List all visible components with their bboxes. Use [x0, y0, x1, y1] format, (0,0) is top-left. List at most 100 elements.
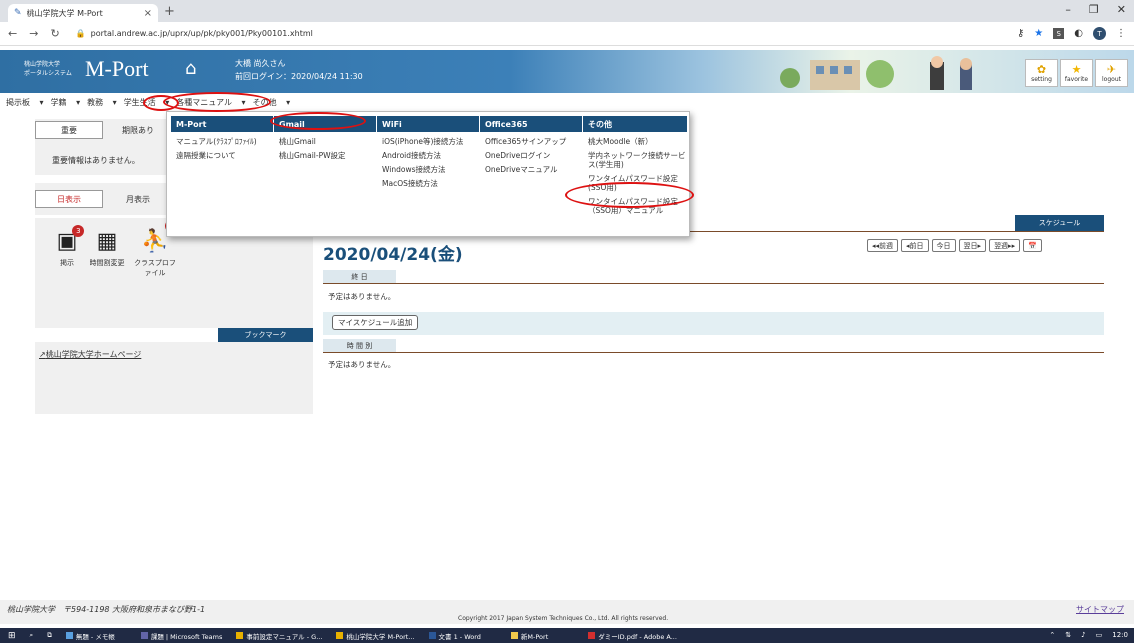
- extension2-icon[interactable]: ◐: [1074, 28, 1083, 39]
- clock-text[interactable]: 12:0: [1112, 631, 1128, 639]
- taskbar-chrome-mport[interactable]: 桃山学院大学 M-Port...: [336, 631, 415, 641]
- menu-item-onedrive-login[interactable]: OneDriveログイン: [480, 146, 582, 160]
- annotation-ring-otp: [565, 182, 694, 208]
- logo-small: 桃山学院大学 ポータルシステム: [24, 61, 72, 77]
- timed-empty-text: 予定はありません。: [328, 360, 396, 369]
- new-tab-button[interactable]: +: [164, 4, 175, 19]
- taskbar-word[interactable]: 文書 1 - Word: [428, 631, 481, 641]
- menu-item-wifi-android[interactable]: Android接続方法: [377, 146, 479, 160]
- external-link-icon: ↗: [39, 350, 46, 359]
- tray-up-icon[interactable]: ⌃: [1049, 631, 1055, 639]
- menu-item-moodle[interactable]: 桃大Moodle（新）: [583, 132, 687, 146]
- calendar-icon[interactable]: 📅: [1023, 239, 1042, 252]
- add-schedule-row: [323, 312, 1104, 335]
- minimize-icon[interactable]: –: [1065, 3, 1071, 16]
- nav-academic[interactable]: 教務 ▾: [87, 97, 117, 108]
- notification-icon[interactable]: ▭: [1096, 631, 1103, 639]
- nav-registry[interactable]: 学籍 ▾: [51, 97, 81, 108]
- no-important-text: 重要情報はありません。: [52, 156, 140, 165]
- menu-item-wifi-windows[interactable]: Windows接続方法: [377, 160, 479, 174]
- bookmark-star-icon[interactable]: ★: [1034, 28, 1043, 39]
- today-button[interactable]: 今日: [931, 239, 956, 252]
- network-icon[interactable]: ⇅: [1065, 631, 1071, 639]
- logout-button[interactable]: ✈ logout: [1095, 59, 1128, 87]
- add-my-schedule-button[interactable]: マイスケジュール追加: [332, 315, 419, 330]
- menu-item-wifi-ios[interactable]: iOS(iPhone等)接続方法: [377, 132, 479, 146]
- reload-icon[interactable]: ↻: [50, 27, 59, 40]
- view-tabs: 日表示 月表示: [35, 190, 173, 208]
- schedule-date: 2020/04/24(金): [323, 245, 463, 265]
- taskbar-teams[interactable]: 課題 | Microsoft Teams: [140, 631, 222, 641]
- close-tab-icon[interactable]: ×: [144, 8, 152, 19]
- folder-icon: [510, 632, 518, 639]
- forward-icon[interactable]: →: [29, 27, 38, 40]
- timed-label: 時 間 別: [323, 339, 396, 352]
- extension-icon[interactable]: S: [1053, 28, 1065, 39]
- taskbar-folder[interactable]: 新M-Port: [510, 631, 548, 641]
- chrome2-icon: [336, 632, 344, 639]
- bookmark-header: ブックマーク: [218, 328, 313, 342]
- dropdown-header-office365: Office365: [480, 116, 582, 132]
- menu-item-remote-class[interactable]: 遠隔授業について: [171, 146, 273, 160]
- profile-avatar[interactable]: T: [1093, 27, 1106, 40]
- nav-bulletin[interactable]: 掲示板 ▾: [6, 97, 44, 108]
- header-illustration: [780, 56, 972, 90]
- menu-item-wifi-macos[interactable]: MacOS接続方法: [377, 174, 479, 188]
- menu-item-onedrive-manual[interactable]: OneDriveマニュアル: [480, 160, 582, 174]
- system-tray: ⌃ ⇅ ♪ ▭ 12:0: [1049, 631, 1128, 639]
- timetable-change-icon: ▦: [96, 229, 118, 254]
- volume-icon[interactable]: ♪: [1081, 631, 1085, 639]
- timed-divider: [323, 352, 1104, 353]
- sitemap-link[interactable]: サイトマップ: [1076, 604, 1124, 615]
- manuals-dropdown: M-Port マニュアル(ｸﾗｽﾌﾟﾛﾌｧｲﾙ) 遠隔授業について Gmail …: [166, 111, 690, 237]
- back-icon[interactable]: ←: [8, 27, 17, 40]
- task-view-icon[interactable]: ⧉: [47, 631, 52, 640]
- timetable-change-shortcut[interactable]: ▦ 時間割変更: [85, 228, 129, 268]
- footer-copyright: Copyright 2017 Japan System Techniques C…: [458, 615, 669, 622]
- menu-item-gmail-pw[interactable]: 桃山Gmail-PW設定: [274, 146, 376, 160]
- word-icon: [428, 632, 436, 639]
- dropdown-col-wifi: WiFi iOS(iPhone等)接続方法 Android接続方法 Window…: [377, 116, 479, 234]
- next-week-button[interactable]: 翌週▸▸: [989, 239, 1021, 252]
- prev-day-button[interactable]: ◂前日: [901, 239, 929, 252]
- close-window-icon[interactable]: ✕: [1117, 3, 1126, 16]
- menu-item-gmail[interactable]: 桃山Gmail: [274, 132, 376, 146]
- bulletin-shortcut[interactable]: ▣ 3 掲示: [45, 225, 89, 268]
- dropdown-header-mport: M-Port: [171, 116, 273, 132]
- tab-important[interactable]: 重要: [35, 121, 103, 139]
- chapel-logo-icon: ⌂: [185, 58, 197, 79]
- menu-kebab-icon[interactable]: ⋮: [1116, 28, 1126, 39]
- taskbar-chrome-manual[interactable]: 事前設定マニュアル - G...: [236, 631, 322, 641]
- logo-title[interactable]: M-Port: [85, 56, 149, 82]
- menu-item-manual-classprofile[interactable]: マニュアル(ｸﾗｽﾌﾟﾛﾌｧｲﾙ): [171, 132, 273, 146]
- favorite-button[interactable]: ★ favorite: [1060, 59, 1093, 87]
- taskbar-acrobat[interactable]: ダミーID.pdf - Adobe A...: [588, 631, 677, 641]
- bookmark-link[interactable]: ↗桃山学院大学ホームページ: [39, 349, 141, 360]
- tab-deadline[interactable]: 期限あり: [103, 121, 173, 139]
- browser-tab[interactable]: ✎ 桃山学院大学 M-Port ×: [8, 4, 158, 22]
- tab-title: 桃山学院大学 M-Port: [26, 8, 103, 18]
- prev-week-button[interactable]: ◂◂前週: [867, 239, 899, 252]
- setting-button[interactable]: ✿ setting: [1025, 59, 1058, 87]
- url-field[interactable]: 🔒 portal.andrew.ac.jp/uprx/up/pk/pky001/…: [76, 29, 313, 38]
- lock-icon: 🔒: [75, 29, 86, 38]
- menu-item-office365-signup[interactable]: Office365サインアップ: [480, 132, 582, 146]
- windows-start-icon[interactable]: ⊞: [8, 631, 16, 641]
- dropdown-header-other: その他: [583, 116, 687, 132]
- key-icon[interactable]: ⚷: [1017, 28, 1024, 39]
- maximize-icon[interactable]: ❐: [1089, 3, 1099, 16]
- tab-day-view[interactable]: 日表示: [35, 190, 103, 208]
- bulletin-badge: 3: [72, 225, 85, 237]
- taskbar-notepad[interactable]: 無題 - メモ帳: [65, 631, 115, 641]
- search-icon[interactable]: ⌕: [30, 631, 34, 640]
- annotation-ring-manuals: [163, 92, 271, 112]
- allday-empty-text: 予定はありません。: [328, 292, 396, 301]
- dropdown-col-gmail: Gmail 桃山Gmail 桃山Gmail-PW設定: [274, 116, 376, 234]
- address-bar: ← → ↻ 🔒 portal.andrew.ac.jp/uprx/up/pk/p…: [0, 22, 1134, 46]
- page-footer: 桃山学院大学 〒594-1198 大阪府和泉市まなび野1-1 サイトマップ Co…: [0, 600, 1134, 624]
- tab-month-view[interactable]: 月表示: [103, 190, 173, 208]
- next-day-button[interactable]: 翌日▸: [958, 239, 987, 252]
- teams-icon: [140, 632, 148, 639]
- menu-item-network-service[interactable]: 学内ネットワーク接続サービス(学生用): [583, 146, 687, 169]
- notepad-icon: [65, 632, 73, 639]
